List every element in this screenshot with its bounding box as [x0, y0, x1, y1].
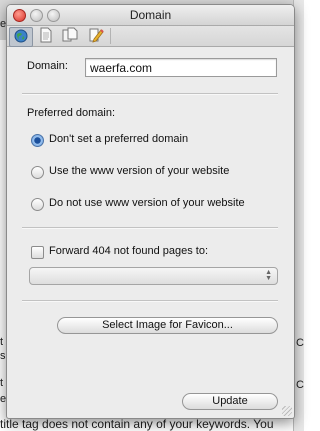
tab-page[interactable] — [35, 27, 57, 45]
tab-domain[interactable] — [9, 27, 33, 47]
background-text-line: t — [0, 377, 4, 389]
divider — [22, 300, 278, 302]
domain-label: Domain: — [27, 60, 68, 72]
background-fragment: C — [296, 379, 304, 391]
page-icon — [39, 27, 53, 46]
title-bar[interactable]: Domain — [7, 5, 294, 26]
background-text-line: title tag does not contain any of your k… — [0, 417, 274, 431]
domain-input[interactable] — [85, 58, 277, 77]
radio-use-www[interactable] — [31, 166, 44, 179]
select-favicon-button[interactable]: Select Image for Favicon... — [57, 317, 278, 334]
forward-page-popup[interactable]: ▲ ▼ — [29, 267, 278, 285]
pages-icon — [62, 27, 78, 46]
globe-icon — [14, 29, 28, 46]
toolbar-separator — [110, 28, 111, 44]
radio-no-www[interactable] — [31, 198, 44, 211]
tab-pages[interactable] — [59, 27, 81, 45]
edit-icon — [88, 27, 104, 46]
background-text-line: t — [0, 336, 4, 348]
radio-label[interactable]: Do not use www version of your website — [49, 197, 245, 209]
radio-label[interactable]: Use the www version of your website — [49, 165, 229, 177]
radio-no-preferred[interactable] — [31, 134, 44, 147]
radio-label[interactable]: Don't set a preferred domain — [49, 133, 188, 145]
divider — [22, 93, 278, 95]
domain-window: Domain Domain: waerfa.com Preferred doma… — [6, 4, 295, 419]
update-button[interactable]: Update — [182, 393, 278, 410]
divider — [22, 227, 278, 229]
preferred-domain-heading: Preferred domain: — [27, 107, 116, 119]
up-down-arrows-icon: ▲ ▼ — [265, 269, 272, 282]
forward-404-label[interactable]: Forward 404 not found pages to: — [49, 245, 208, 257]
background-fragment: C — [296, 337, 304, 349]
tab-edit[interactable] — [85, 27, 107, 45]
inspector-toolbar — [7, 26, 294, 47]
forward-404-checkbox[interactable] — [31, 246, 44, 259]
window-title: Domain — [129, 8, 172, 22]
resize-grip-icon[interactable] — [282, 406, 292, 416]
